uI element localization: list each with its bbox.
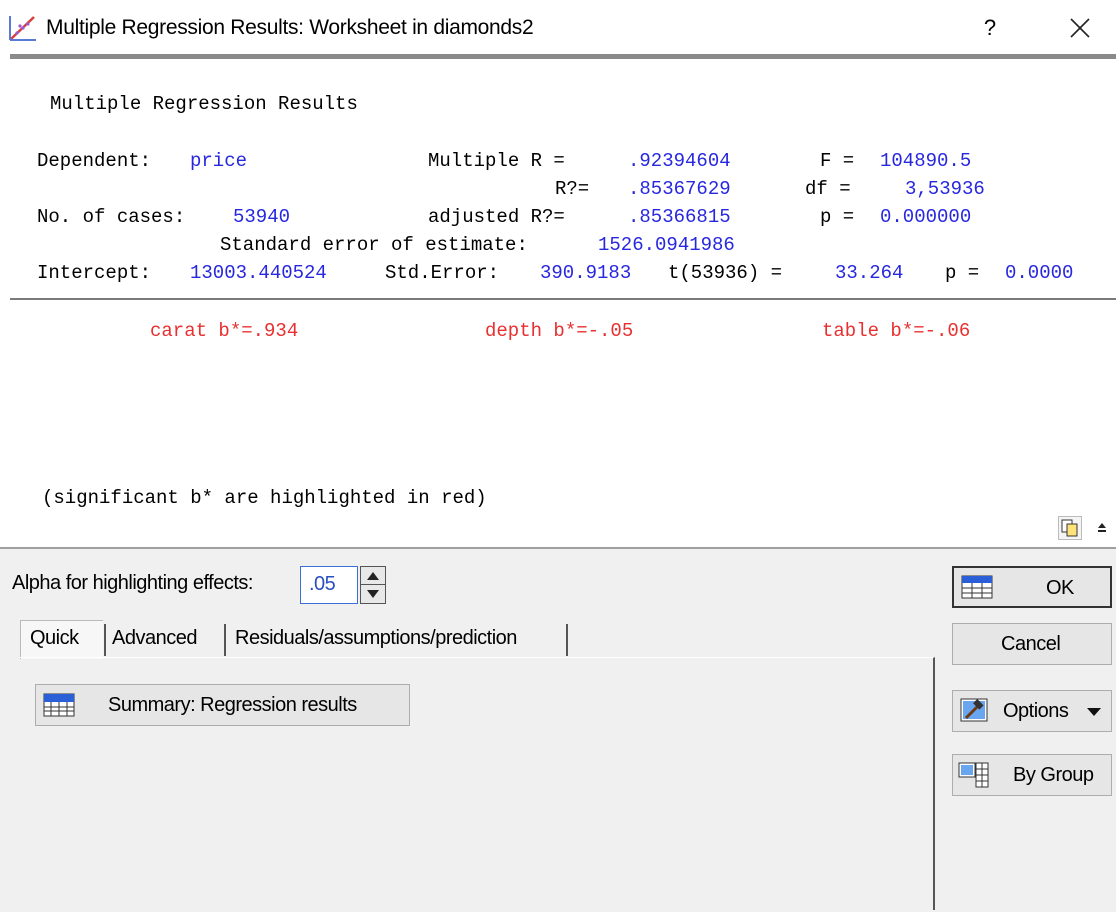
title-bar: Multiple Regression Results: Worksheet i… — [0, 0, 1116, 56]
results-divider — [10, 298, 1116, 300]
alpha-stepper[interactable] — [360, 566, 386, 604]
expand-up-icon[interactable] — [1090, 516, 1114, 540]
se-label: Standard error of estimate: — [220, 234, 528, 256]
f-label: F = — [820, 150, 855, 172]
intercept-label: Intercept: — [37, 262, 152, 284]
df-value: 3,53936 — [905, 178, 985, 200]
r2-value: .85367629 — [628, 178, 731, 200]
ok-button[interactable]: OK — [952, 566, 1112, 608]
df-label: df = — [805, 178, 851, 200]
tab-quick[interactable]: Quick — [30, 622, 79, 656]
multiple-r-label: Multiple R = — [428, 150, 565, 172]
cancel-button[interactable]: Cancel — [952, 623, 1112, 665]
dropdown-arrow-icon — [1087, 708, 1101, 716]
cancel-button-label: Cancel — [1001, 633, 1061, 655]
r2-label: R?= — [555, 178, 590, 200]
tab-separator — [224, 624, 226, 656]
tab-separator — [104, 624, 106, 656]
dependent-value: price — [190, 150, 248, 172]
adj-r2-value: .85366815 — [628, 206, 731, 228]
close-icon[interactable] — [1060, 10, 1100, 46]
by-group-button-label: By Group — [1013, 764, 1094, 786]
options-hammer-icon — [960, 698, 988, 722]
se-value: 1526.0941986 — [598, 234, 735, 256]
effect-carat: carat b*=.934 — [150, 320, 299, 342]
results-output — [10, 59, 1116, 547]
significance-note: (significant b* are highlighted in red) — [42, 487, 487, 509]
by-group-icon — [958, 762, 989, 788]
ok-table-icon — [961, 575, 993, 599]
multiple-r-value: .92394604 — [628, 150, 731, 172]
tab-separator — [566, 624, 568, 656]
options-button[interactable]: Options — [952, 690, 1112, 732]
f-value: 104890.5 — [880, 150, 972, 172]
p-label: p = — [820, 206, 855, 228]
p-value: 0.000000 — [880, 206, 972, 228]
copy-icon[interactable] — [1058, 516, 1082, 540]
intercept-value: 13003.440524 — [190, 262, 327, 284]
results-heading: Multiple Regression Results — [50, 93, 358, 115]
t-value: 33.264 — [835, 262, 904, 284]
alpha-input[interactable]: .05 — [300, 566, 358, 604]
help-button[interactable]: ? — [975, 12, 1005, 44]
summary-button[interactable]: Summary: Regression results — [35, 684, 410, 726]
cases-value: 53940 — [233, 206, 291, 228]
stepper-up-icon[interactable] — [361, 567, 385, 585]
stderr-label: Std.Error: — [385, 262, 500, 284]
window-title: Multiple Regression Results: Worksheet i… — [46, 16, 534, 39]
regression-app-icon — [9, 16, 36, 41]
adj-r2-label: adjusted R?= — [428, 206, 565, 228]
p2-label: p = — [945, 262, 980, 284]
tab-advanced[interactable]: Advanced — [112, 622, 197, 656]
tab-residuals[interactable]: Residuals/assumptions/prediction — [235, 622, 517, 656]
summary-table-icon — [43, 693, 75, 717]
stepper-down-icon[interactable] — [361, 585, 385, 603]
effect-depth: depth b*=-.05 — [485, 320, 634, 342]
options-button-label: Options — [1003, 700, 1069, 722]
effect-table: table b*=-.06 — [822, 320, 971, 342]
stderr-value: 390.9183 — [540, 262, 632, 284]
dependent-label: Dependent: — [37, 150, 152, 172]
alpha-label: Alpha for highlighting effects: — [12, 572, 253, 594]
summary-button-label: Summary: Regression results — [108, 694, 357, 716]
ok-button-label: OK — [1046, 577, 1074, 599]
by-group-button[interactable]: By Group — [952, 754, 1112, 796]
p2-value: 0.0000 — [1005, 262, 1074, 284]
cases-label: No. of cases: — [37, 206, 186, 228]
t-label: t(53936) = — [668, 262, 783, 284]
